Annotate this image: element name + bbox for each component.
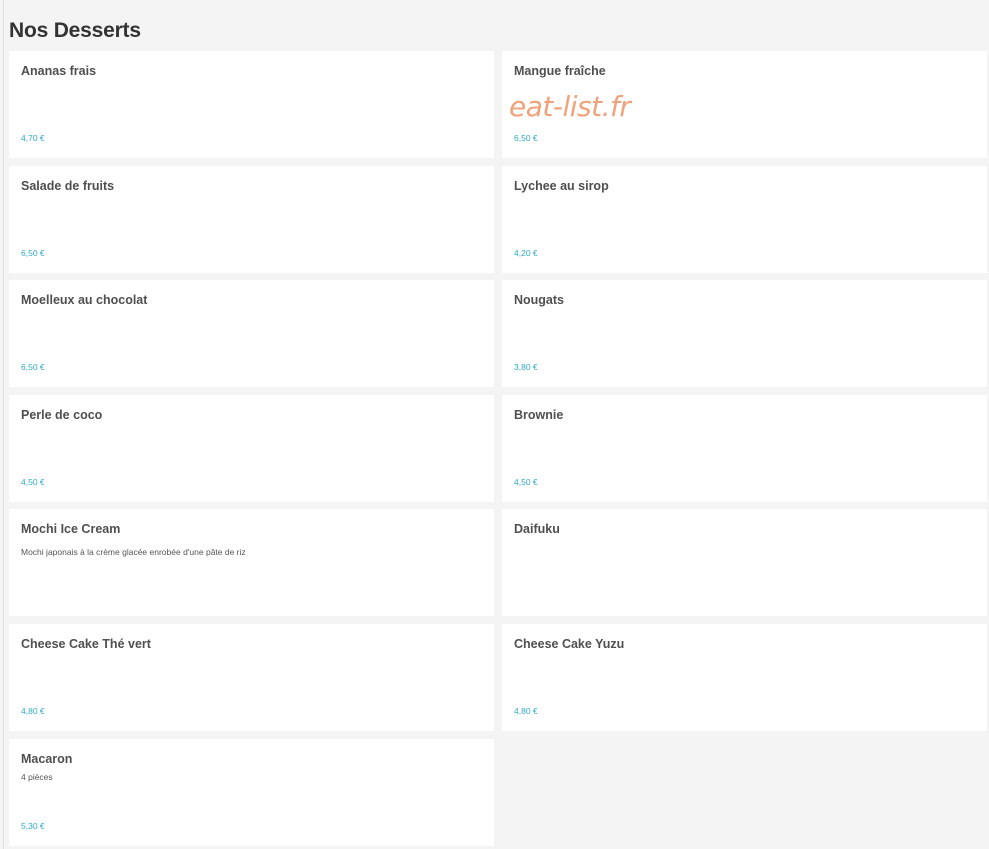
menu-item-moelleux-au-chocolat[interactable]: Moelleux au chocolat 6,50 €: [9, 280, 494, 388]
menu-item-cheese-cake-yuzu[interactable]: Cheese Cake Yuzu 4,80 €: [502, 623, 987, 731]
item-price: 4,50 €: [514, 476, 538, 487]
menu-item-perle-de-coco[interactable]: Perle de coco 4,50 €: [9, 394, 494, 502]
item-price: 6,50 €: [21, 247, 45, 258]
section-title: Nos Desserts: [9, 19, 141, 42]
item-name: Salade de fruits: [21, 178, 115, 193]
item-name: Lychee au sirop: [514, 178, 609, 193]
item-name: Macaron: [21, 751, 73, 766]
item-price: 3,80 €: [514, 362, 538, 373]
item-name: Cheese Cake Yuzu: [514, 636, 625, 651]
menu-item-salade-de-fruits[interactable]: Salade de fruits 6,50 €: [9, 165, 494, 273]
item-price: 5,30 €: [21, 820, 45, 831]
item-price: 4,70 €: [21, 133, 45, 143]
menu-item-nougats[interactable]: Nougats 3,80 €: [502, 280, 987, 388]
item-name: Ananas frais: [21, 64, 97, 78]
menu-item-brownie[interactable]: Brownie 4,50 €: [502, 394, 987, 502]
menu-item-mochi-ice-cream[interactable]: Mochi Ice Cream Mochi japonais à la crèm…: [9, 509, 494, 617]
item-price: 4,50 €: [21, 476, 45, 487]
page: Nos Desserts Ananas frais 4,70 € Mangue …: [0, 0, 989, 849]
item-price: 4,80 €: [21, 705, 45, 716]
watermark-text: eat-list.fr: [509, 90, 631, 123]
item-name: Cheese Cake Thé vert: [21, 636, 151, 651]
left-border: [3, 0, 4, 849]
menu-item-lychee-au-sirop[interactable]: Lychee au sirop 4,20 €: [502, 165, 987, 273]
item-price: 6,50 €: [21, 362, 45, 373]
item-name: Brownie: [514, 407, 564, 422]
item-name: Daifuku: [514, 522, 560, 537]
item-name: Mochi Ice Cream: [21, 522, 121, 537]
menu-item-cheese-cake-the-vert[interactable]: Cheese Cake Thé vert 4,80 €: [9, 623, 494, 731]
item-name: Moelleux au chocolat: [21, 293, 148, 308]
menu-item-daifuku[interactable]: Daifuku: [502, 509, 987, 617]
item-price: 4,20 €: [514, 247, 538, 258]
menu-item-ananas-frais[interactable]: Ananas frais 4,70 €: [9, 51, 494, 158]
item-subtitle: 4 pièces: [21, 771, 53, 782]
item-name: Mangue fraîche: [514, 64, 606, 78]
item-name: Nougats: [514, 293, 564, 308]
menu-item-macaron[interactable]: Macaron 4 pièces 5,30 €: [9, 738, 494, 846]
item-price: 6,50 €: [514, 133, 538, 143]
item-description: Mochi japonais à la crème glacée enrobée…: [21, 547, 246, 558]
item-price: 4,80 €: [514, 705, 538, 716]
dessert-menu-grid: Ananas frais 4,70 € Mangue fraîche 6,50 …: [9, 51, 987, 846]
item-name: Perle de coco: [21, 407, 103, 422]
